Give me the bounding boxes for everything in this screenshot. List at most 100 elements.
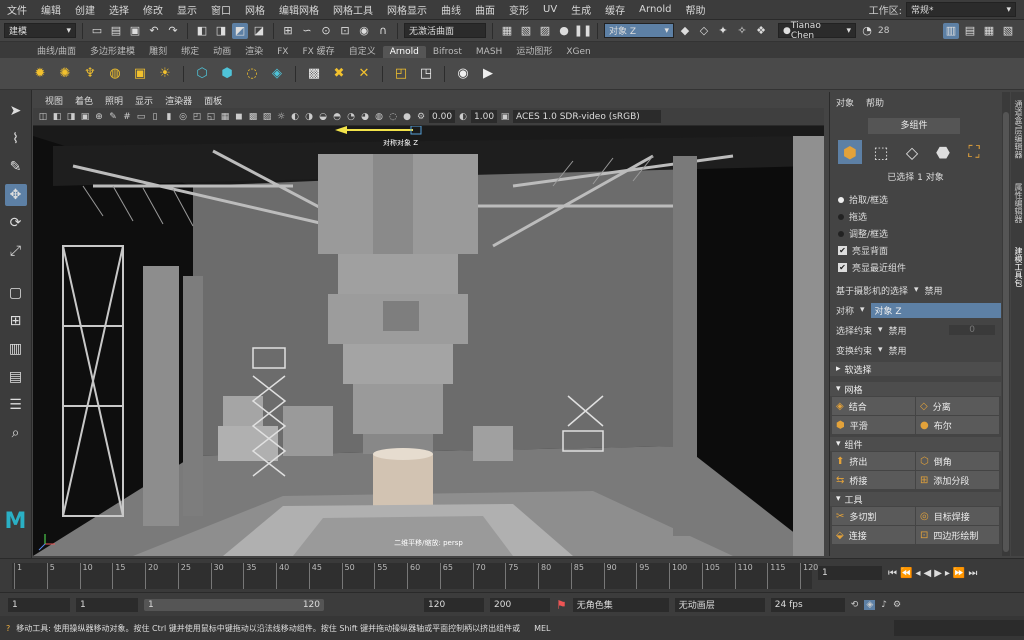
fps-dropdown[interactable]: 24 fps [770, 597, 845, 612]
safe-action-icon[interactable]: ◰ [191, 111, 203, 123]
step-back-key-icon[interactable]: ⏪ [900, 568, 912, 579]
target-weld-button[interactable]: ◎ 目标焊接 [916, 507, 999, 525]
menu-edit[interactable]: 编辑 [34, 2, 68, 17]
vp-menu-panels[interactable]: 面板 [198, 94, 228, 107]
side-tab-channel-box[interactable]: 通道盒/层编辑器 [1011, 100, 1024, 159]
menu-mesh-display[interactable]: 网格显示 [380, 2, 434, 17]
symmetry-field[interactable]: 对象 Z [870, 302, 1001, 318]
workspace-dropdown[interactable]: 常规* ▾ [906, 2, 1016, 17]
bookmark-icon[interactable]: ◨ [65, 111, 77, 123]
select-object-icon[interactable]: ◨ [213, 23, 229, 39]
physical-sky-icon[interactable]: ☀ [155, 64, 175, 84]
menu-display[interactable]: 显示 [170, 2, 204, 17]
shelf-tab-curves[interactable]: 曲线/曲面 [30, 43, 83, 58]
user-account[interactable]: ● Tianao Chen ▾ [778, 21, 856, 41]
playback-start-field[interactable]: 1 [76, 597, 138, 612]
camera-based-selection-row[interactable]: 基于摄影机的选择 ▾ 禁用 [830, 280, 1001, 300]
character-set-dropdown[interactable]: 无角色集 [572, 597, 669, 612]
menu-uv[interactable]: UV [536, 4, 564, 15]
shelf-tab-animation[interactable]: 动画 [206, 43, 238, 58]
area-light-icon[interactable]: ✹ [30, 64, 50, 84]
menu-windows[interactable]: 窗口 [204, 2, 238, 17]
shelf-tab-motion-graphics[interactable]: 运动图形 [509, 43, 559, 58]
toolkit-menu-help[interactable]: 帮助 [866, 96, 884, 109]
shelf-tab-arnold[interactable]: Arnold [382, 46, 426, 58]
go-to-end-icon[interactable]: ⏭ [968, 568, 977, 579]
safe-title-icon[interactable]: ◱ [205, 111, 217, 123]
textured-icon[interactable]: ▨ [261, 111, 273, 123]
color-space-dropdown[interactable]: ACES 1.0 SDR-video (sRGB) [513, 110, 661, 123]
vp-menu-renderer[interactable]: 渲染器 [159, 94, 198, 107]
gate-mask-icon[interactable]: ▮ [163, 111, 175, 123]
select-hierarchy-icon[interactable]: ◧ [194, 23, 210, 39]
section-components[interactable]: ▾ 组件 [830, 437, 1001, 451]
menu-create[interactable]: 创建 [68, 2, 102, 17]
search-icon[interactable]: ⌕ [5, 422, 27, 444]
lock-selection-icon[interactable]: ◪ [251, 23, 267, 39]
lasso-tool-icon[interactable]: ⌇ [5, 128, 27, 150]
multi-component-button[interactable]: 多组件 [868, 118, 960, 134]
sculpt-icon[interactable]: ◆ [677, 23, 693, 39]
uv-mode-icon[interactable]: ⛶ [962, 140, 986, 164]
step-back-frame-icon[interactable]: ◂ [915, 568, 920, 579]
new-scene-icon[interactable]: ▭ [89, 23, 105, 39]
boolean-button[interactable]: ● 布尔 [916, 416, 999, 434]
pan-zoom-icon[interactable]: ⊕ [93, 111, 105, 123]
play-render-icon[interactable]: ▶ [478, 64, 498, 84]
shelf-tab-rigging[interactable]: 绑定 [174, 43, 206, 58]
exposure-field[interactable]: 0.00 [429, 110, 455, 123]
move-tool-icon[interactable]: ✥ [4, 184, 27, 206]
scrollbar-thumb[interactable] [1003, 112, 1009, 552]
snap-curve-icon[interactable]: ∽ [299, 23, 315, 39]
gamma-icon[interactable]: ◐ [457, 111, 469, 123]
shelf-tab-mash[interactable]: MASH [469, 46, 509, 58]
render-icon[interactable]: ▦ [499, 23, 515, 39]
tool-settings-icon[interactable]: ▦ [981, 23, 997, 39]
channel-box-icon[interactable]: ▧ [1000, 23, 1016, 39]
anti-aliasing-icon[interactable]: ◓ [331, 111, 343, 123]
sound-icon[interactable]: ♪ [881, 600, 887, 610]
menu-modify[interactable]: 修改 [136, 2, 170, 17]
image-plane-icon[interactable]: ▣ [79, 111, 91, 123]
shelf-tab-sculpt[interactable]: 雕刻 [142, 43, 174, 58]
vp-menu-lighting[interactable]: 照明 [99, 94, 129, 107]
four-pane-icon[interactable]: ⊞ [5, 310, 27, 332]
undo-icon[interactable]: ↶ [146, 23, 162, 39]
section-mesh[interactable]: ▾ 网格 [830, 382, 1001, 396]
color-management-icon[interactable]: ▣ [499, 111, 511, 123]
option-pick-marquee[interactable]: 拾取/框选 [830, 191, 1001, 208]
toolkit-scrollbar[interactable] [1002, 92, 1010, 556]
vp-menu-shading[interactable]: 着色 [69, 94, 99, 107]
ambient-occlusion-icon[interactable]: ◑ [303, 111, 315, 123]
paint-select-icon[interactable]: ✎ [5, 156, 27, 178]
bevel-button[interactable]: ⬡ 倒角 [916, 452, 999, 470]
connect-button[interactable]: ⬙ 连接 [832, 526, 915, 544]
layout-icon[interactable]: ▥ [5, 338, 27, 360]
menu-file[interactable]: 文件 [0, 2, 34, 17]
vp-menu-view[interactable]: 视图 [39, 94, 69, 107]
go-to-start-icon[interactable]: ⏮ [888, 568, 897, 579]
play-backward-icon[interactable]: ◀ [923, 568, 931, 579]
menu-edit-mesh[interactable]: 编辑网格 [272, 2, 326, 17]
snap-grid-icon[interactable]: ⊞ [280, 23, 296, 39]
checkbox[interactable]: ✔ [838, 246, 847, 255]
menu-set-dropdown[interactable]: 建模 ▾ [4, 23, 76, 38]
clock-icon[interactable]: ◔ [859, 23, 875, 39]
side-tab-modeling-toolkit[interactable]: 建模工具包 [1011, 247, 1024, 287]
save-scene-icon[interactable]: ▣ [127, 23, 143, 39]
photometric-light-icon[interactable]: ♆ [80, 64, 100, 84]
edge-mode-icon[interactable]: ◇ [900, 140, 924, 164]
redo-icon[interactable]: ↷ [165, 23, 181, 39]
step-forward-key-icon[interactable]: ⏩ [953, 568, 965, 579]
checkbox[interactable]: ✔ [838, 263, 847, 272]
toolkit-menu-object[interactable]: 对象 [836, 96, 854, 109]
snap-point-icon[interactable]: ⊙ [318, 23, 334, 39]
time-slider-track[interactable]: 1 5 10 15 20 25 30 35 40 45 50 55 60 65 70 75 80 85 90 95 10… [12, 563, 818, 589]
separate-button[interactable]: ◇ 分离 [916, 397, 999, 415]
xray-joints-icon[interactable]: ◌ [387, 111, 399, 123]
side-tab-attribute-editor[interactable]: 属性编辑器 [1011, 183, 1024, 223]
snap-magnet-icon[interactable]: ∩ [375, 23, 391, 39]
auto-key-icon[interactable]: ⚑ [556, 598, 567, 612]
option-drag[interactable]: 拖选 [830, 208, 1001, 225]
pause-icon[interactable]: ❚❚ [574, 23, 592, 39]
